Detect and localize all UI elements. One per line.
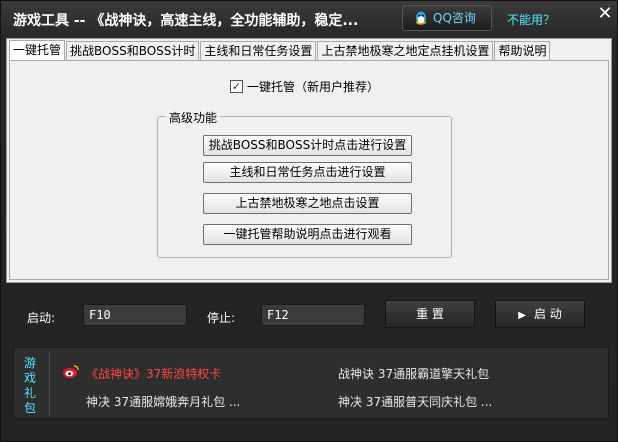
tab-content-auto-host: ✓ 一键托管（新用户推荐） 高级功能 挑战BOSS和BOSS计时点击进行设置 主… bbox=[9, 60, 609, 280]
advanced-features-group: 高级功能 挑战BOSS和BOSS计时点击进行设置 主线和日常任务点击进行设置 上… bbox=[157, 109, 452, 258]
start-hotkey-label: 启动: bbox=[27, 311, 56, 325]
auto-host-checkbox[interactable]: ✓ bbox=[230, 80, 243, 93]
gift-link-change[interactable]: 神决 37通服嫦娥奔月礼包 ... bbox=[86, 393, 240, 410]
weibo-icon bbox=[63, 365, 79, 378]
gift-pack-panel: 游 戏 礼 包 《战神诀》37新浪特权卡 战神诀 37通服霸道擎天礼包 神决 3… bbox=[13, 347, 609, 419]
qq-penguin-icon bbox=[415, 11, 427, 25]
app-window: 游戏工具 -- 《战神诀，高速主线，全功能辅助，稳定... QQ咨询 不能用？ … bbox=[0, 0, 618, 442]
gift-link-sina-card[interactable]: 《战神诀》37新浪特权卡 bbox=[86, 365, 221, 382]
main-quest-settings-button[interactable]: 主线和日常任务点击进行设置 bbox=[203, 162, 412, 183]
start-hotkey-input[interactable]: F10 bbox=[83, 304, 187, 326]
qq-consult-button[interactable]: QQ咨询 bbox=[402, 5, 492, 31]
tab-bar: 一键托管 挑战BOSS和BOSS计时 主线和日常任务设置 上古禁地极寒之地定点挂… bbox=[9, 40, 551, 61]
help-video-button[interactable]: 一键托管帮助说明点击进行观看 bbox=[203, 224, 412, 245]
auto-host-checkbox-label: 一键托管（新用户推荐） bbox=[247, 80, 380, 94]
stop-hotkey-input[interactable]: F12 bbox=[261, 304, 365, 326]
close-icon[interactable]: ✕ bbox=[595, 4, 615, 24]
tab-main-quest[interactable]: 主线和日常任务设置 bbox=[200, 41, 317, 60]
reset-button[interactable]: 重 置 bbox=[385, 300, 475, 328]
play-icon: ▶ bbox=[518, 310, 526, 321]
main-panel: 一键托管 挑战BOSS和BOSS计时 主线和日常任务设置 上古禁地极寒之地定点挂… bbox=[6, 38, 612, 283]
qq-consult-label: QQ咨询 bbox=[433, 11, 476, 25]
boss-settings-button[interactable]: 挑战BOSS和BOSS计时点击进行设置 bbox=[203, 135, 412, 156]
start-button[interactable]: ▶ 启 动 bbox=[495, 300, 585, 328]
tab-auto-host[interactable]: 一键托管 bbox=[9, 40, 66, 61]
gift-divider bbox=[49, 352, 50, 416]
gift-side-char: 包 bbox=[23, 401, 36, 415]
not-working-link[interactable]: 不能用？ bbox=[507, 11, 555, 28]
auto-host-checkbox-row[interactable]: ✓ 一键托管（新用户推荐） bbox=[230, 78, 379, 95]
gift-link-putian[interactable]: 神决 37通服普天同庆礼包 ... bbox=[338, 393, 492, 410]
gift-pack-side-label: 游 戏 礼 包 bbox=[22, 356, 38, 416]
stop-hotkey-label: 停止: bbox=[207, 311, 236, 325]
advanced-features-legend: 高级功能 bbox=[166, 109, 221, 126]
start-button-label: 启 动 bbox=[533, 307, 562, 321]
gift-side-char: 游 bbox=[23, 356, 36, 370]
tab-help[interactable]: 帮助说明 bbox=[494, 41, 551, 60]
gift-link-qingtian[interactable]: 战神诀 37通服霸道擎天礼包 bbox=[338, 365, 489, 382]
tab-boss[interactable]: 挑战BOSS和BOSS计时 bbox=[66, 41, 200, 60]
tab-ancient-land[interactable]: 上古禁地极寒之地定点挂机设置 bbox=[317, 41, 494, 60]
window-title: 游戏工具 -- 《战神诀，高速主线，全功能辅助，稳定... bbox=[13, 13, 359, 29]
gift-side-char: 戏 bbox=[23, 371, 36, 385]
ancient-land-settings-button[interactable]: 上古禁地极寒之地点击设置 bbox=[203, 193, 412, 214]
gift-side-char: 礼 bbox=[23, 386, 36, 400]
title-bar[interactable]: 游戏工具 -- 《战神诀，高速主线，全功能辅助，稳定... QQ咨询 不能用？ … bbox=[1, 1, 617, 37]
